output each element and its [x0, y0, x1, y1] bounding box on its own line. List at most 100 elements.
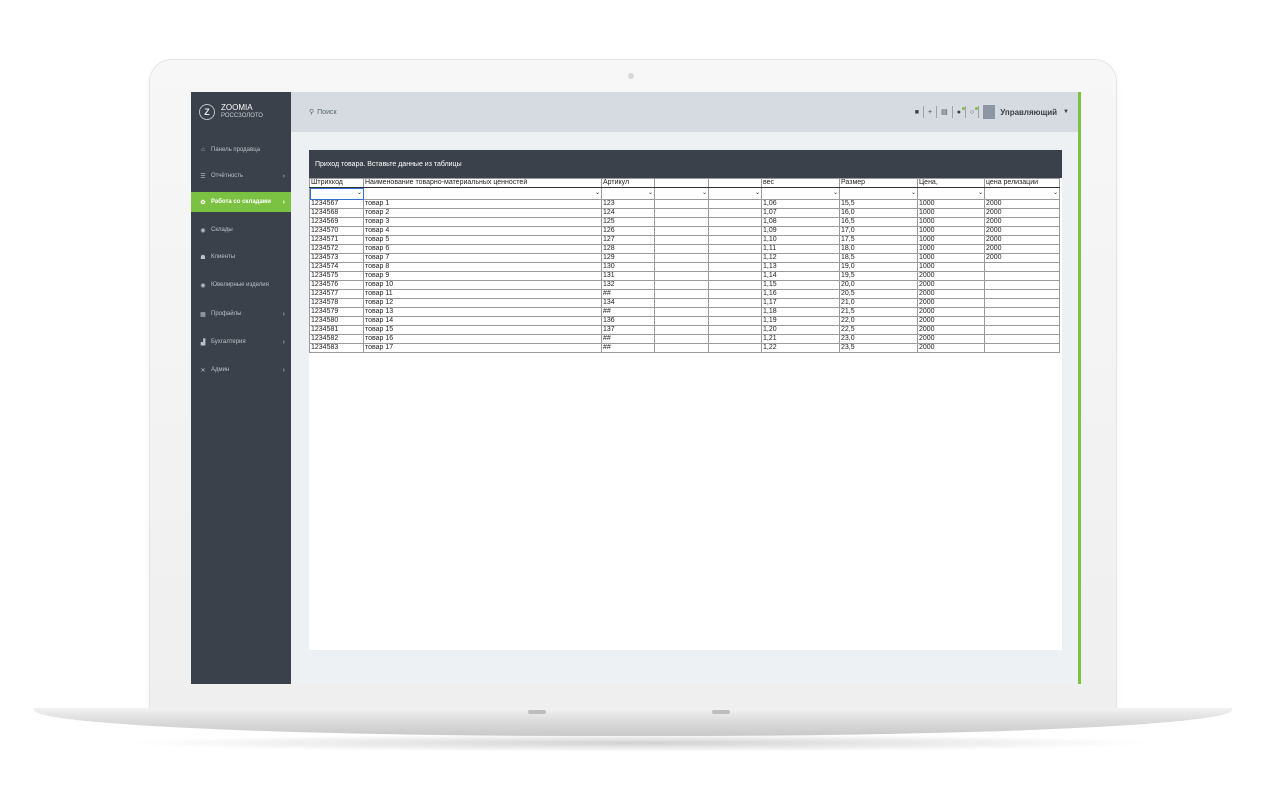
table-cell[interactable]: товар 11 — [363, 289, 602, 299]
table-cell[interactable]: 2000 — [984, 226, 1060, 236]
table-cell[interactable]: 2000 — [917, 280, 985, 290]
table-cell[interactable] — [708, 343, 762, 353]
table-cell[interactable]: 16,0 — [839, 208, 918, 218]
table-cell[interactable] — [654, 235, 709, 245]
table-cell[interactable] — [654, 343, 709, 353]
table-cell[interactable]: ## — [601, 334, 655, 344]
table-cell[interactable]: 1000 — [917, 235, 985, 245]
table-cell[interactable]: 126 — [601, 226, 655, 236]
table-cell[interactable] — [708, 307, 762, 317]
table-cell[interactable] — [654, 316, 709, 326]
table-cell[interactable]: 130 — [601, 262, 655, 272]
table-cell[interactable] — [984, 298, 1060, 308]
table-cell[interactable]: 1000 — [917, 208, 985, 218]
table-cell[interactable] — [708, 334, 762, 344]
table-cell[interactable]: 1,19 — [761, 316, 840, 326]
table-cell[interactable] — [654, 307, 709, 317]
table-cell[interactable]: 1,09 — [761, 226, 840, 236]
table-cell[interactable]: 15,5 — [839, 199, 918, 209]
table-cell[interactable] — [654, 199, 709, 209]
chat-icon[interactable]: ● — [953, 106, 965, 116]
table-cell[interactable] — [708, 298, 762, 308]
table-cell[interactable]: товар 13 — [363, 307, 602, 317]
table-cell[interactable] — [984, 289, 1060, 299]
table-cell[interactable]: 1,15 — [761, 280, 840, 290]
avatar[interactable] — [983, 105, 996, 119]
table-cell[interactable]: 1234576 — [309, 280, 364, 290]
table-cell[interactable]: товар 14 — [363, 316, 602, 326]
table-cell[interactable]: 22,0 — [839, 316, 918, 326]
table-cell[interactable]: 23,5 — [839, 343, 918, 353]
column-filter-select[interactable]: ⌄ — [708, 187, 762, 200]
table-cell[interactable]: 132 — [601, 280, 655, 290]
sidebar-item-9[interactable]: ✕ Админ › — [191, 360, 291, 380]
table-cell[interactable]: 1,20 — [761, 325, 840, 335]
table-cell[interactable]: 1000 — [917, 253, 985, 263]
table-cell[interactable]: 2000 — [917, 289, 985, 299]
table-cell[interactable]: 131 — [601, 271, 655, 281]
table-cell[interactable] — [654, 334, 709, 344]
table-cell[interactable]: товар 9 — [363, 271, 602, 281]
table-cell[interactable] — [708, 325, 762, 335]
table-cell[interactable]: 1,16 — [761, 289, 840, 299]
table-cell[interactable]: 16,5 — [839, 217, 918, 227]
table-cell[interactable]: ## — [601, 343, 655, 353]
table-cell[interactable]: товар 10 — [363, 280, 602, 290]
table-cell[interactable] — [984, 325, 1060, 335]
table-cell[interactable]: 2000 — [917, 334, 985, 344]
table-cell[interactable]: 2000 — [917, 325, 985, 335]
table-cell[interactable]: 129 — [601, 253, 655, 263]
table-cell[interactable]: 1234582 — [309, 334, 364, 344]
table-cell[interactable] — [708, 217, 762, 227]
table-cell[interactable]: 1,13 — [761, 262, 840, 272]
table-cell[interactable]: 1234575 — [309, 271, 364, 281]
sidebar-item-2[interactable]: ☰ Отчётность › — [191, 166, 291, 186]
video-icon[interactable]: ■ — [911, 109, 923, 116]
table-cell[interactable]: 1234583 — [309, 343, 364, 353]
table-cell[interactable]: 1,22 — [761, 343, 840, 353]
table-cell[interactable]: 18,5 — [839, 253, 918, 263]
chevron-down-icon[interactable]: ▼ — [1063, 109, 1069, 115]
table-cell[interactable]: 2000 — [984, 244, 1060, 254]
table-cell[interactable] — [984, 334, 1060, 344]
table-cell[interactable] — [654, 262, 709, 272]
table-cell[interactable]: товар 8 — [363, 262, 602, 272]
table-cell[interactable]: 2000 — [984, 208, 1060, 218]
table-cell[interactable]: 1234578 — [309, 298, 364, 308]
table-cell[interactable]: товар 3 — [363, 217, 602, 227]
table-cell[interactable]: 1,08 — [761, 217, 840, 227]
table-cell[interactable]: 1234577 — [309, 289, 364, 299]
sidebar-item-3[interactable]: ✿ Работа со складами › — [191, 192, 291, 212]
table-cell[interactable] — [654, 226, 709, 236]
table-cell[interactable] — [708, 271, 762, 281]
sidebar-item-6[interactable]: ◉ Ювелирные изделия — [191, 275, 291, 295]
sidebar-item-5[interactable]: ☗ Клиенты — [191, 247, 291, 267]
table-cell[interactable]: товар 16 — [363, 334, 602, 344]
table-cell[interactable] — [708, 235, 762, 245]
table-cell[interactable] — [654, 244, 709, 254]
table-cell[interactable]: 2000 — [917, 271, 985, 281]
table-cell[interactable] — [708, 262, 762, 272]
table-cell[interactable]: 18,0 — [839, 244, 918, 254]
table-cell[interactable]: 21,0 — [839, 298, 918, 308]
table-cell[interactable]: 17,0 — [839, 226, 918, 236]
table-cell[interactable]: 20,5 — [839, 289, 918, 299]
table-cell[interactable]: 23,0 — [839, 334, 918, 344]
table-cell[interactable]: товар 6 — [363, 244, 602, 254]
table-cell[interactable]: 1,12 — [761, 253, 840, 263]
table-cell[interactable]: 1000 — [917, 244, 985, 254]
table-cell[interactable] — [708, 226, 762, 236]
table-cell[interactable]: 20,0 — [839, 280, 918, 290]
table-cell[interactable]: товар 2 — [363, 208, 602, 218]
table-cell[interactable] — [654, 298, 709, 308]
table-cell[interactable]: 21,5 — [839, 307, 918, 317]
table-cell[interactable]: товар 12 — [363, 298, 602, 308]
table-cell[interactable]: 2000 — [917, 298, 985, 308]
table-cell[interactable]: 1,14 — [761, 271, 840, 281]
search-input[interactable]: Поиск — [317, 109, 336, 116]
table-cell[interactable] — [654, 280, 709, 290]
sidebar-item-8[interactable]: ▟ Бухгалтерия › — [191, 332, 291, 352]
table-cell[interactable]: 1000 — [917, 226, 985, 236]
table-cell[interactable] — [708, 316, 762, 326]
sidebar-item-4[interactable]: ◉ Склады — [191, 220, 291, 240]
